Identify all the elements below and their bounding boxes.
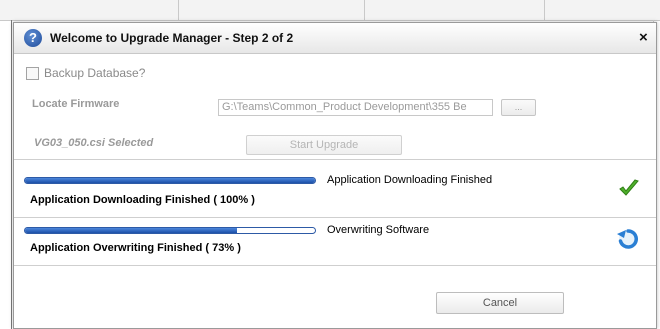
background-tab-strip bbox=[0, 0, 660, 21]
background-tab bbox=[178, 0, 365, 20]
overwrite-progress-bar bbox=[24, 227, 316, 234]
overwrite-message: Overwriting Software bbox=[327, 224, 430, 236]
download-status: Application Downloading Finished ( 100% … bbox=[30, 194, 255, 206]
cancel-button[interactable]: Cancel bbox=[436, 292, 564, 314]
locate-firmware-label: Locate Firmware bbox=[32, 98, 120, 110]
divider bbox=[14, 159, 656, 160]
start-upgrade-button[interactable]: Start Upgrade bbox=[246, 135, 402, 155]
close-icon[interactable]: × bbox=[639, 29, 648, 46]
check-icon bbox=[619, 179, 639, 196]
overwrite-progress-fill bbox=[25, 228, 237, 233]
overwrite-status: Application Overwriting Finished ( 73% ) bbox=[30, 242, 241, 254]
download-progress-fill bbox=[25, 178, 315, 183]
backup-database-checkbox[interactable] bbox=[26, 67, 39, 80]
question-mark-icon[interactable]: ? bbox=[24, 29, 42, 47]
firmware-path-field[interactable]: G:\Teams\Common_Product Development\355 … bbox=[218, 99, 493, 116]
dialog-titlebar: ? Welcome to Upgrade Manager - Step 2 of… bbox=[14, 23, 656, 54]
selected-file-label: VG03_050.csi Selected bbox=[34, 137, 154, 149]
download-progress-bar bbox=[24, 177, 316, 184]
upgrade-manager-dialog: ? Welcome to Upgrade Manager - Step 2 of… bbox=[13, 22, 657, 329]
download-message: Application Downloading Finished bbox=[327, 174, 493, 186]
dialog-title: Welcome to Upgrade Manager - Step 2 of 2 bbox=[50, 31, 294, 45]
background-tab bbox=[364, 0, 545, 20]
background-border bbox=[11, 20, 12, 329]
divider bbox=[14, 265, 656, 266]
browse-button[interactable]: ... bbox=[501, 99, 536, 116]
backup-database-label: Backup Database? bbox=[44, 66, 146, 80]
background-tab bbox=[0, 0, 179, 20]
divider bbox=[14, 217, 656, 218]
refresh-icon bbox=[617, 229, 638, 249]
